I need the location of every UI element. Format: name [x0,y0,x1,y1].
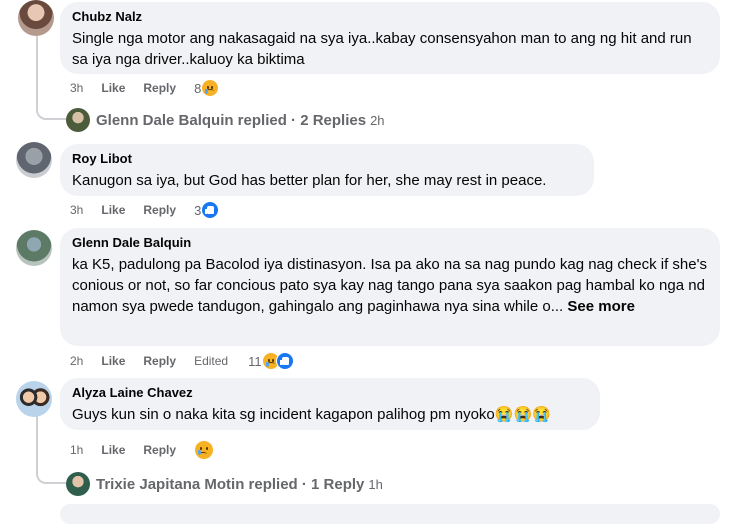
comment-author[interactable]: Glenn Dale Balquin [72,234,708,252]
comment-actions: 3h Like Reply 3 [70,201,220,219]
reply-summary-time: 2h [370,112,385,128]
reply-summary-text: Glenn Dale Balquin replied · 2 Replies [96,111,367,129]
sad-reaction-icon [201,79,220,97]
like-button[interactable]: Like [101,443,125,457]
reply-button[interactable]: Reply [143,354,176,368]
like-reaction-icon [201,201,220,219]
avatar [66,108,90,132]
like-button[interactable]: Like [101,354,125,368]
comment-actions: 1h Like Reply [70,440,215,460]
edited-label: Edited [194,354,229,368]
reply-button[interactable]: Reply [143,443,176,457]
reaction-summary[interactable]: 8 [194,79,220,97]
comment-time[interactable]: 1h [70,443,83,457]
comment-bubble: Roy Libot Kanugon sa iya, but God has be… [60,144,594,196]
like-button[interactable]: Like [101,203,125,217]
comment-time[interactable]: 2h [70,354,83,368]
comment-text: ka K5, padulong pa Bacolod iya distinasy… [72,254,708,317]
comment-actions: 3h Like Reply 8 [70,79,220,97]
avatar[interactable] [16,230,52,266]
like-button[interactable]: Like [101,81,125,95]
comment-text: Single nga motor ang nakasagaid na sya i… [72,30,692,68]
see-more-link[interactable]: See more [567,298,635,315]
thread-line [36,36,38,96]
avatar [66,472,90,496]
sad-reaction-icon [194,440,215,460]
comment-bubble: Chubz Nalz Single nga motor ang nakasaga… [60,2,720,74]
thread-curve [36,460,66,484]
avatar[interactable] [16,381,52,417]
avatar[interactable] [16,142,52,178]
thread-curve [36,96,66,120]
reaction-count: 11 [248,353,262,369]
reply-button[interactable]: Reply [143,203,176,217]
comment-bubble: Glenn Dale Balquin ka K5, padulong pa Ba… [60,228,720,346]
like-reaction-icon [275,352,294,370]
view-replies-link[interactable]: Glenn Dale Balquin replied · 2 Replies 2… [66,108,385,132]
comment-time[interactable]: 3h [70,81,83,95]
reaction-summary[interactable]: 11 [248,352,294,370]
comment-author[interactable]: Roy Libot [72,150,582,168]
comment-bubble [60,504,720,524]
comment-text: Kanugon sa iya, but God has better plan … [72,172,547,189]
reaction-count: 8 [194,80,202,96]
comment-actions: 2h Like Reply Edited 11 [70,352,294,370]
reaction-summary[interactable]: 3 [194,201,220,219]
comment-time[interactable]: 3h [70,203,83,217]
comment-author[interactable]: Chubz Nalz [72,8,708,26]
reply-summary-time: 1h [368,476,383,492]
reaction-summary[interactable] [194,440,215,460]
comment-author[interactable]: Alyza Laine Chavez [72,384,588,402]
comment-text: Guys kun sin o naka kita sg incident kag… [72,406,551,423]
avatar[interactable] [18,0,54,36]
reaction-count: 3 [194,202,202,218]
reply-button[interactable]: Reply [143,81,176,95]
reply-summary-text: Trixie Japitana Motin replied · 1 Reply [96,475,365,493]
comment-bubble: Alyza Laine Chavez Guys kun sin o naka k… [60,378,600,430]
view-replies-link[interactable]: Trixie Japitana Motin replied · 1 Reply … [66,472,383,496]
